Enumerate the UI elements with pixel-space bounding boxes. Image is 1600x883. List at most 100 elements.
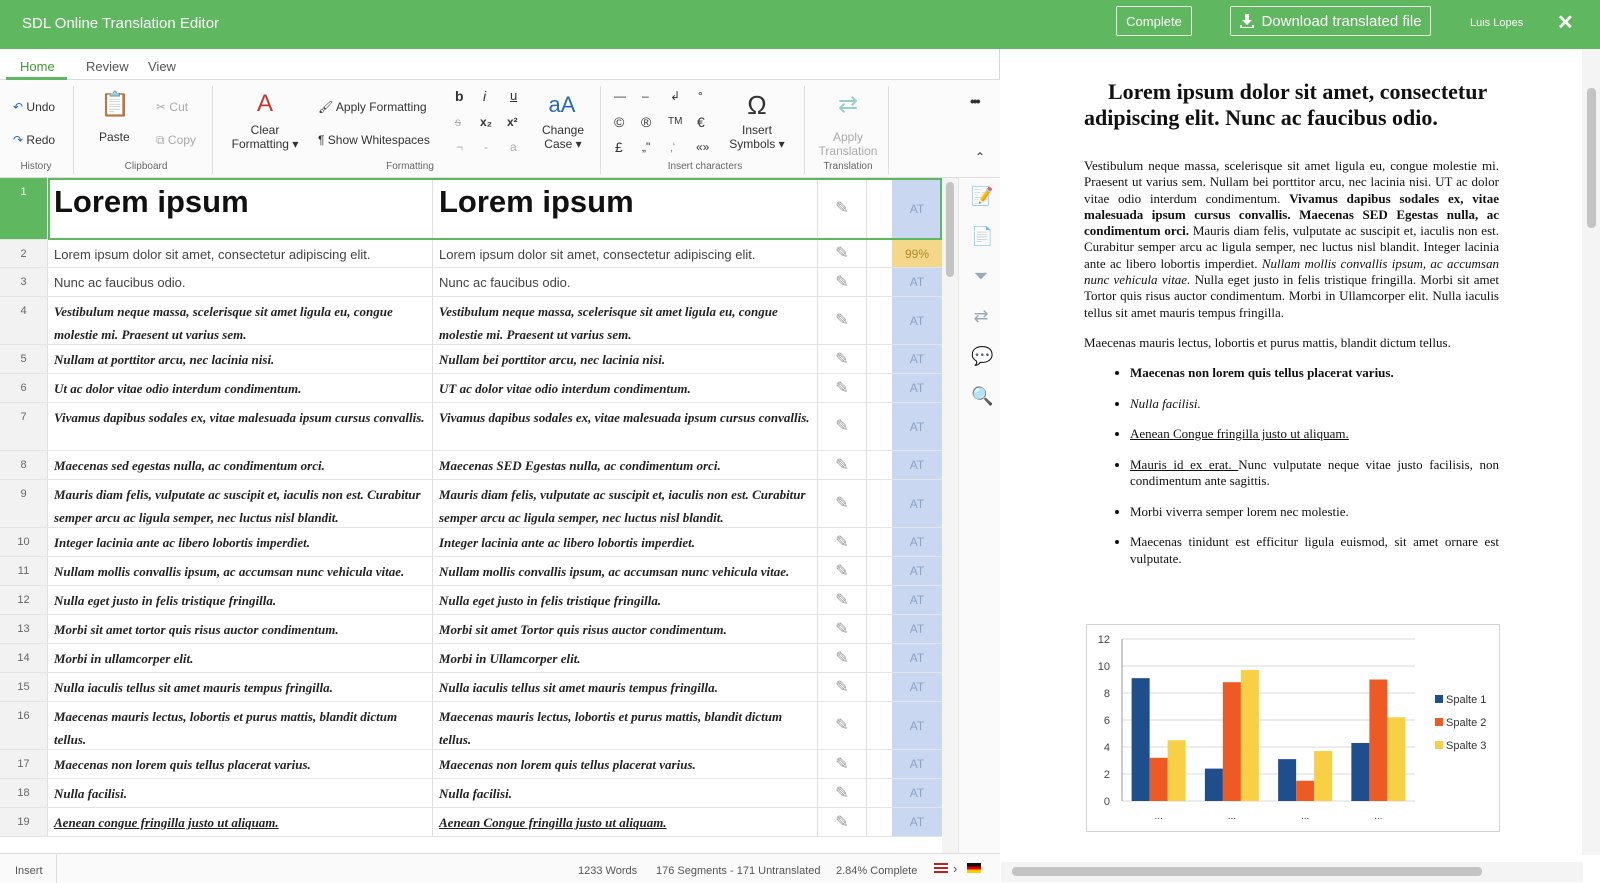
segment-row[interactable]: 4 Vestibulum neque massa, scelerisque sit…: [0, 297, 942, 345]
clear-formatting-button[interactable]: Clear Formatting ▾: [226, 123, 304, 151]
underline-button[interactable]: u: [510, 89, 517, 103]
target-cell[interactable]: Vestibulum neque massa, scelerisque sit …: [433, 297, 818, 344]
segment-row[interactable]: 2 Lorem ipsum dolor sit amet, consectetur…: [0, 240, 942, 268]
target-cell[interactable]: Mauris diam felis, vulputate ac suscipit…: [433, 480, 818, 527]
format-button-9[interactable]: a: [510, 140, 517, 154]
more-options-icon[interactable]: •••: [970, 94, 981, 108]
segment-row[interactable]: 7 Vivamus dapibus sodales ex, vitae males…: [0, 403, 942, 451]
italic-button[interactable]: i: [483, 89, 486, 103]
tab-view[interactable]: View: [148, 59, 176, 74]
close-icon[interactable]: ✕: [1557, 10, 1574, 35]
segment-row[interactable]: 5 Nullam at porttitor arcu, nec lacinia n…: [0, 345, 942, 374]
format-button-7[interactable]: ¬: [456, 140, 463, 154]
pencil-icon[interactable]: ✎: [818, 480, 867, 527]
format-button-8[interactable]: -: [484, 140, 488, 154]
en-dash-button[interactable]: –: [642, 89, 649, 103]
target-cell[interactable]: UT ac dolor vitae odio interdum condimen…: [433, 374, 818, 402]
change-case-button[interactable]: Change Case ▾: [538, 123, 588, 151]
tab-home[interactable]: Home: [20, 59, 55, 74]
pencil-icon[interactable]: ✎: [818, 586, 867, 614]
document-icon[interactable]: 📄: [971, 226, 993, 247]
trademark-button[interactable]: TM: [668, 115, 682, 129]
pencil-icon[interactable]: ✎: [818, 374, 867, 402]
target-cell[interactable]: Integer lacinia ante ac libero lobortis …: [433, 528, 818, 556]
pound-button[interactable]: £: [615, 140, 623, 154]
paste-button[interactable]: Paste: [99, 130, 130, 144]
segment-row[interactable]: 12 Nulla eget justo in felis tristique fr…: [0, 586, 942, 615]
segment-row[interactable]: 6 Ut ac dolor vitae odio interdum condime…: [0, 374, 942, 403]
cut-button[interactable]: ✂ Cut: [156, 100, 188, 114]
pencil-icon[interactable]: ✎: [818, 268, 867, 296]
em-dash-button[interactable]: —: [614, 89, 626, 103]
segment-row[interactable]: 19 Aenean congue fringilla justo ut aliqu…: [0, 808, 942, 837]
target-cell[interactable]: Nullam bei porttitor arcu, nec lacinia n…: [433, 345, 818, 373]
preview-hscrollbar-thumb[interactable]: [1012, 867, 1482, 876]
target-cell[interactable]: Maecenas mauris lectus, lobortis et puru…: [433, 702, 818, 749]
subscript-button[interactable]: x₂: [480, 115, 492, 129]
target-cell[interactable]: Maecenas SED Egestas nulla, ac condiment…: [433, 451, 818, 479]
strikethrough-button[interactable]: s: [455, 115, 461, 129]
euro-button[interactable]: €: [697, 115, 705, 129]
segment-row[interactable]: 8 Maecenas sed egestas nulla, ac condimen…: [0, 451, 942, 480]
pencil-icon[interactable]: ✎: [818, 750, 867, 778]
copyright-button[interactable]: ©: [614, 115, 624, 129]
segment-row[interactable]: 1 Lorem ipsum Lorem ipsum ✎ AT: [0, 178, 942, 240]
bold-button[interactable]: b: [455, 89, 464, 103]
filter-icon[interactable]: ⏷: [971, 266, 991, 287]
segment-row[interactable]: 11 Nullam mollis convallis ipsum, ac accu…: [0, 557, 942, 586]
download-button[interactable]: Download translated file: [1230, 6, 1431, 36]
checklist-icon[interactable]: 📝: [971, 186, 993, 207]
target-cell[interactable]: Morbi in Ullamcorper elit.: [433, 644, 818, 672]
target-cell[interactable]: Aenean Congue fringilla justo ut aliquam…: [433, 808, 818, 836]
tab-review[interactable]: Review: [86, 59, 129, 74]
search-icon[interactable]: 🔍: [971, 386, 993, 407]
segment-row[interactable]: 15 Nulla iaculis tellus sit amet mauris t…: [0, 673, 942, 702]
target-cell[interactable]: Nulla iaculis tellus sit amet mauris tem…: [433, 673, 818, 701]
pencil-icon[interactable]: ✎: [818, 528, 867, 556]
pencil-icon[interactable]: ✎: [818, 345, 867, 373]
segment-row[interactable]: 13 Morbi sit amet tortor quis risus aucto…: [0, 615, 942, 644]
grid-scrollbar-thumb[interactable]: [946, 182, 954, 277]
single-quotes-button[interactable]: ‚‘: [670, 140, 675, 154]
pencil-icon[interactable]: ✎: [818, 451, 867, 479]
target-cell[interactable]: Lorem ipsum dolor sit amet, consectetur …: [433, 240, 818, 267]
line-break-button[interactable]: ↲: [670, 89, 680, 103]
pencil-icon[interactable]: ✎: [818, 403, 867, 450]
apply-translation-button[interactable]: Apply Translation: [812, 130, 884, 158]
insert-symbols-button[interactable]: Insert Symbols ▾: [723, 123, 791, 151]
pencil-icon[interactable]: ✎: [818, 240, 867, 267]
target-cell[interactable]: Maecenas non lorem quis tellus placerat …: [433, 750, 818, 778]
segment-row[interactable]: 18 Nulla facilisi. Nulla facilisi. ✎ AT: [0, 779, 942, 808]
quotes-button[interactable]: „": [642, 140, 650, 154]
segment-row[interactable]: 3 Nunc ac faucibus odio. Nunc ac faucibus …: [0, 268, 942, 297]
comments-icon[interactable]: 💬: [971, 346, 993, 367]
copy-button[interactable]: ⧉ Copy: [156, 133, 196, 147]
guillemets-button[interactable]: «»: [696, 140, 709, 154]
target-cell[interactable]: Morbi sit amet Tortor quis risus auctor …: [433, 615, 818, 643]
pencil-icon[interactable]: ✎: [818, 673, 867, 701]
target-cell[interactable]: Vivamus dapibus sodales ex, vitae malesu…: [433, 403, 818, 450]
pencil-icon[interactable]: ✎: [818, 615, 867, 643]
pencil-icon[interactable]: ✎: [818, 702, 867, 749]
grid-scrollbar[interactable]: [942, 178, 958, 853]
segment-row[interactable]: 9 Mauris diam felis, vulputate ac suscipi…: [0, 480, 942, 528]
apply-formatting-button[interactable]: 🖌 Apply Formatting: [318, 100, 427, 114]
target-cell[interactable]: Lorem ipsum: [433, 178, 818, 239]
pencil-icon[interactable]: ✎: [818, 557, 867, 585]
show-whitespaces-button[interactable]: ¶ Show Whitespaces: [318, 133, 430, 147]
target-cell[interactable]: Nulla eget justo in felis tristique frin…: [433, 586, 818, 614]
complete-button[interactable]: Complete: [1116, 6, 1192, 36]
segment-row[interactable]: 10 Integer lacinia ante ac libero loborti…: [0, 528, 942, 557]
target-cell[interactable]: Nullam mollis convallis ipsum, ac accums…: [433, 557, 818, 585]
segment-row[interactable]: 16 Maecenas mauris lectus, lobortis et pu…: [0, 702, 942, 750]
segment-row[interactable]: 17 Maecenas non lorem quis tellus placera…: [0, 750, 942, 779]
degree-button[interactable]: °: [698, 89, 703, 103]
pencil-icon[interactable]: ✎: [818, 808, 867, 836]
user-name[interactable]: Luis Lopes: [1470, 17, 1523, 29]
target-cell[interactable]: Nulla facilisi.: [433, 779, 818, 807]
pencil-icon[interactable]: ✎: [818, 178, 867, 239]
undo-button[interactable]: ↶ Undo: [13, 100, 55, 114]
tm-icon[interactable]: ⇄: [971, 306, 991, 327]
target-cell[interactable]: Nunc ac faucibus odio.: [433, 268, 818, 296]
pencil-icon[interactable]: ✎: [818, 779, 867, 807]
